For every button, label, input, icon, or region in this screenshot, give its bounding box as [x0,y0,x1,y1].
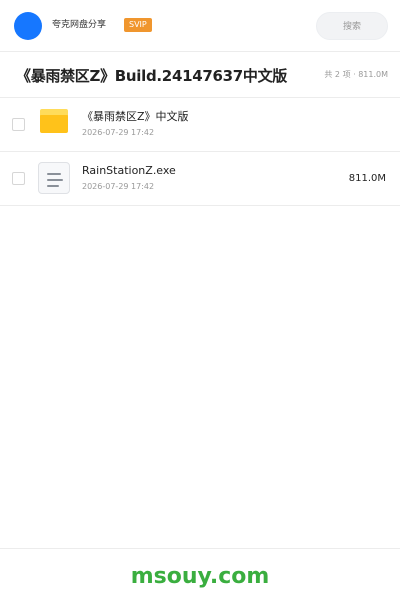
row-checkbox[interactable] [12,118,25,131]
file-icon [38,162,70,194]
folder-icon [40,109,68,133]
file-size: 811.0M [348,173,386,184]
search-placeholder: 搜索 [342,22,361,32]
file-date: 2026-07-29 17:42 [82,128,155,137]
file-row-exe[interactable]: RainStationZ.exe 2026-07-29 17:42 811.0M [0,152,400,206]
file-row-folder[interactable]: 《暴雨禁区Z》中文版 2026-07-29 17:42 [0,98,400,152]
item-count: 共 2 项 · 811.0M [324,70,388,79]
file-name[interactable]: 《暴雨禁区Z》中文版 [82,109,189,124]
row-checkbox[interactable] [12,172,25,185]
file-name[interactable]: RainStationZ.exe [82,163,176,178]
share-title-bar: 《暴雨禁区Z》Build.24147637中文版 共 2 项 · 811.0M [0,52,400,98]
svip-badge: SVIP [124,18,152,32]
watermark-text: msouy.com [130,564,270,589]
file-date: 2026-07-29 17:42 [82,182,155,191]
top-header: 夸克网盘分享 SVIP 搜索 [0,0,400,52]
search-input[interactable]: 搜索 [316,12,388,40]
page-title: 《暴雨禁区Z》Build.24147637中文版 [16,67,288,85]
footer-bar: msouy.com [0,548,400,600]
avatar[interactable] [14,12,42,40]
sharer-name: 夸克网盘分享 [52,20,107,30]
